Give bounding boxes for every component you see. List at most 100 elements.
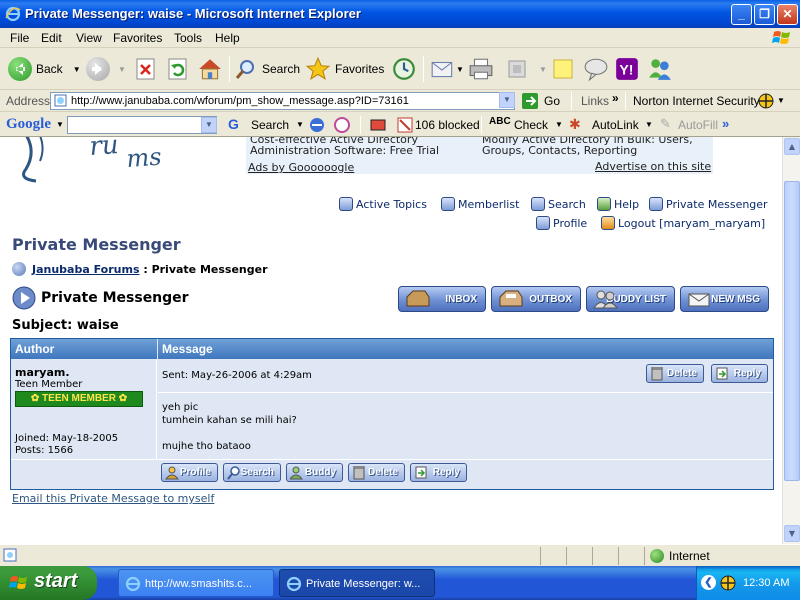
tray-expand-chevron-icon[interactable]: ❮ xyxy=(701,575,716,590)
favorites-button[interactable]: Favorites xyxy=(305,56,384,82)
go-button[interactable]: Go xyxy=(521,92,560,110)
pagerank-icon[interactable] xyxy=(370,117,386,133)
scrollbar-thumb[interactable] xyxy=(784,181,800,481)
menu-edit[interactable]: Edit xyxy=(41,31,62,45)
autofill-icon: ✎ xyxy=(660,116,671,131)
popup-blocker-icon[interactable] xyxy=(397,117,413,133)
mail-button[interactable]: ▼ xyxy=(430,56,464,82)
new-message-button[interactable]: NEW MSG xyxy=(680,286,769,312)
author-profile-button[interactable]: Profile xyxy=(161,463,218,482)
title-bar[interactable]: Private Messenger: waise - Microsoft Int… xyxy=(0,0,800,28)
scroll-down-button[interactable]: ▼ xyxy=(784,525,800,542)
system-clock[interactable]: 12:30 AM xyxy=(743,577,789,589)
ad-right-line2[interactable]: Groups, Contacts, Reporting xyxy=(482,144,637,157)
maximize-button[interactable]: ❐ xyxy=(754,4,775,25)
back-button[interactable]: Back ▼ xyxy=(8,56,81,82)
mail-dropdown-icon[interactable]: ▼ xyxy=(456,65,464,74)
google-menu-dropdown-icon[interactable]: ▼ xyxy=(56,120,64,129)
google-search-button[interactable]: Search xyxy=(251,118,289,132)
home-button[interactable] xyxy=(197,56,223,82)
norton-icon[interactable] xyxy=(758,93,774,109)
nav-memberlist[interactable]: Memberlist xyxy=(441,197,519,211)
autofill-button[interactable]: AutoFill xyxy=(678,118,718,132)
taskbar-item-smashits[interactable]: http://ww.smashits.c... xyxy=(118,569,274,597)
windows-logo-icon xyxy=(772,31,790,44)
history-button[interactable] xyxy=(391,56,417,82)
autolink-dropdown-icon[interactable]: ▼ xyxy=(645,120,653,129)
google-search-input[interactable] xyxy=(67,116,217,134)
ads-by-google-link[interactable]: Ads by Goooooogle xyxy=(248,161,354,174)
nav-logout[interactable]: Logout [maryam_maryam] xyxy=(601,216,765,230)
taskbar: start http://ww.smashits.c... Private Me… xyxy=(0,566,800,600)
mail-icon xyxy=(431,61,453,78)
notes-button[interactable] xyxy=(551,56,575,82)
msn-messenger-button[interactable] xyxy=(647,56,673,82)
nav-active-topics[interactable]: Active Topics xyxy=(339,197,427,211)
menu-file[interactable]: File xyxy=(10,31,29,45)
scroll-up-button[interactable]: ▲ xyxy=(784,138,800,155)
author-buddy-button[interactable]: Buddy xyxy=(286,463,343,482)
start-button[interactable]: start xyxy=(0,566,97,600)
nav-private-messenger[interactable]: Private Messenger xyxy=(649,197,768,211)
stop-button[interactable] xyxy=(134,56,158,82)
back-dropdown-icon[interactable]: ▼ xyxy=(73,65,81,74)
buddy-list-button[interactable]: BUDDY LIST xyxy=(586,286,675,312)
search-icon xyxy=(531,197,545,211)
svg-text:ms: ms xyxy=(125,143,162,173)
edit-dropdown-icon[interactable]: ▼ xyxy=(539,65,547,74)
spellcheck-button[interactable]: Check xyxy=(514,118,548,132)
norton-tray-icon[interactable] xyxy=(720,575,736,591)
menu-view[interactable]: View xyxy=(76,31,102,45)
author-search-button[interactable]: Search xyxy=(223,463,281,482)
menu-tools[interactable]: Tools xyxy=(174,31,202,45)
popups-blocked-count[interactable]: 106 blocked xyxy=(415,118,480,132)
back-arrow-icon xyxy=(8,57,32,81)
breadcrumb-forum-link[interactable]: Janubaba Forums xyxy=(32,263,140,276)
norton-label[interactable]: Norton Internet Security xyxy=(633,94,760,108)
google-search-dropdown-icon[interactable]: ▼ xyxy=(296,120,304,129)
address-input[interactable]: http://www.janubaba.com/wforum/pm_show_m… xyxy=(50,92,515,110)
links-button[interactable]: Links xyxy=(581,94,609,108)
forward-button[interactable]: ▼ xyxy=(86,56,126,82)
author-reply-button[interactable]: Reply xyxy=(410,463,467,482)
links-chevron-icon[interactable]: » xyxy=(612,91,619,105)
menu-help[interactable]: Help xyxy=(215,31,240,45)
print-button[interactable] xyxy=(468,56,494,82)
edit-button[interactable]: ▼ xyxy=(505,56,547,82)
close-button[interactable]: ✕ xyxy=(777,4,798,25)
author-delete-button[interactable]: Delete xyxy=(348,463,405,482)
nav-search[interactable]: Search xyxy=(531,197,586,211)
orkut-icon[interactable] xyxy=(334,117,350,133)
google-more-chevron[interactable]: » xyxy=(722,116,729,131)
yahoo-button[interactable]: Y! xyxy=(614,56,640,82)
email-message-link[interactable]: Email this Private Message to myself xyxy=(12,492,214,505)
taskbar-item-private-messenger[interactable]: Private Messenger: w... xyxy=(279,569,435,597)
google-toolbar: Google ▼ ▼ G Search ▼ 106 blocked ABC Ch… xyxy=(0,113,800,137)
advertise-link[interactable]: Advertise on this site xyxy=(595,160,711,173)
rank-badge: ✿ TEEN MEMBER ✿ xyxy=(15,391,143,407)
messenger-chat-button[interactable] xyxy=(583,56,609,82)
norton-dropdown-icon[interactable]: ▼ xyxy=(777,96,785,105)
envelope-icon xyxy=(688,293,710,307)
author-name[interactable]: maryam. xyxy=(15,366,70,379)
nav-profile[interactable]: Profile xyxy=(536,216,587,230)
ad-left-line2[interactable]: Administration Software: Free Trial xyxy=(250,144,439,157)
menu-favorites[interactable]: Favorites xyxy=(113,31,162,45)
google-news-icon[interactable] xyxy=(309,117,325,133)
forward-dropdown-icon[interactable]: ▼ xyxy=(118,65,126,74)
search-button[interactable]: Search xyxy=(234,56,300,82)
autolink-button[interactable]: AutoLink xyxy=(592,118,639,132)
address-dropdown-button[interactable]: ▼ xyxy=(499,92,515,108)
active-topics-icon xyxy=(339,197,353,211)
inbox-button[interactable]: INBOX xyxy=(398,286,486,312)
google-search-dropdown[interactable]: ▼ xyxy=(201,117,217,133)
outbox-button[interactable]: OUTBOX xyxy=(491,286,581,312)
message-reply-button[interactable]: Reply xyxy=(711,364,768,383)
refresh-button[interactable] xyxy=(166,56,190,82)
vertical-scrollbar[interactable]: ▲ ▼ xyxy=(782,137,800,544)
minimize-button[interactable]: _ xyxy=(731,4,752,25)
nav-help[interactable]: Help xyxy=(597,197,639,211)
google-logo[interactable]: Google xyxy=(6,116,51,133)
spellcheck-dropdown-icon[interactable]: ▼ xyxy=(555,120,563,129)
message-delete-button[interactable]: Delete xyxy=(646,364,704,383)
